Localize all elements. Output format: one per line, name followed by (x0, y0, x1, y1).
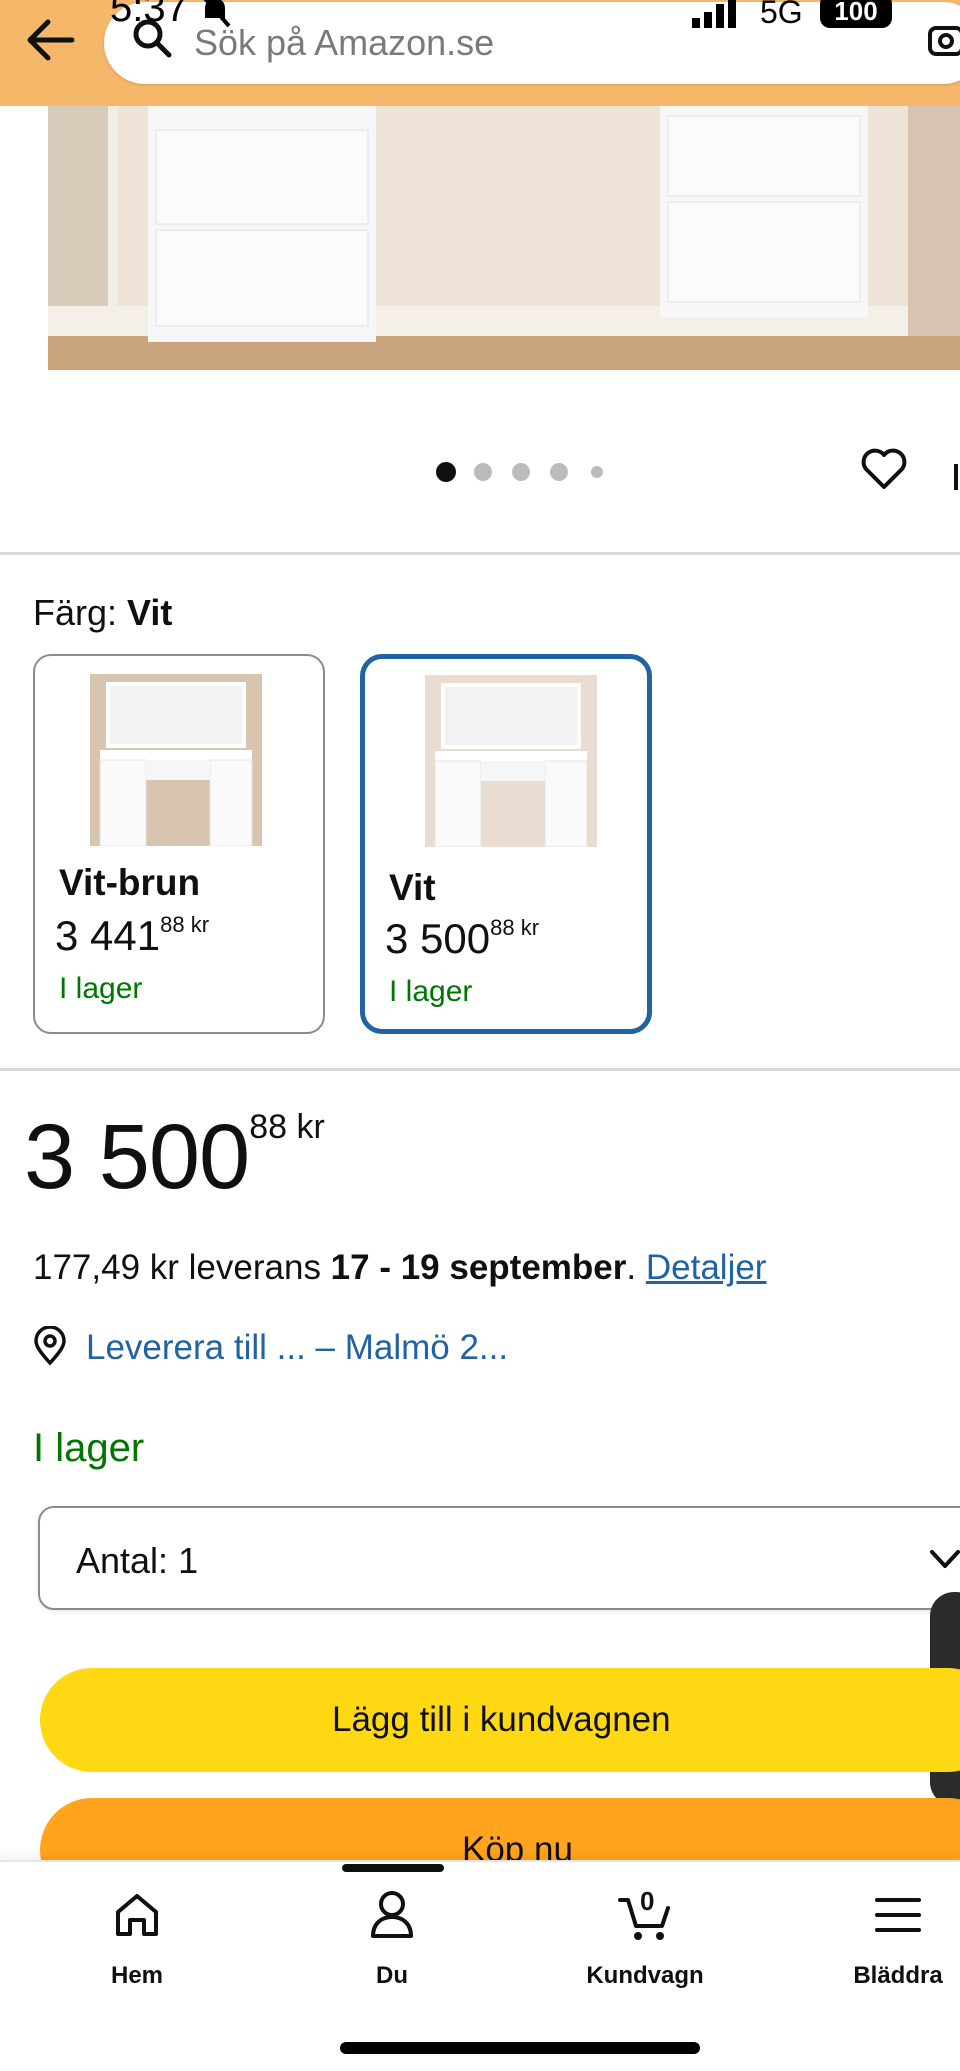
home-icon (116, 1894, 158, 1936)
location-pin-icon (30, 1325, 70, 1366)
nav-label: Du (376, 1962, 408, 1989)
nav-item-home[interactable]: Hem (42, 1886, 232, 2016)
user-icon (371, 1891, 413, 1938)
divider (0, 1068, 960, 1071)
nav-label: Hem (110, 1962, 164, 1989)
quantity-label: Antal: 1 (76, 1540, 198, 1582)
color-option-vit[interactable]: Vit 3 50088 kr I lager (360, 654, 652, 1034)
option-price-currency-text: kr (520, 915, 540, 940)
home-indicator (340, 2042, 700, 2054)
option-price-currency: kr (185, 912, 209, 937)
status-indicators: 5G 100 (690, 0, 960, 34)
delivery-dates: 17 - 19 september (330, 1248, 627, 1287)
option-price-currency-text: kr (190, 912, 210, 937)
bottom-navigation: Hem Du 0 Kundvagn Bläddra (0, 1860, 960, 2071)
option-name: Vit-brun (59, 862, 201, 903)
share-icon[interactable] (950, 462, 960, 492)
price-whole: 3 500 (24, 1106, 250, 1208)
option-stock: I lager (59, 972, 143, 1005)
search-input[interactable]: Sök på Amazon.se (194, 22, 494, 64)
divider (0, 552, 960, 555)
status-time: 5:37 (110, 0, 188, 30)
color-label-text: Färg: (33, 592, 118, 633)
delivery-period: . (626, 1248, 637, 1287)
delivery-info: 177,49 kr leverans 17 - 19 september. De… (33, 1248, 766, 1288)
quantity-label-text: Antal: (76, 1540, 169, 1581)
product-image[interactable] (48, 106, 960, 370)
product-thumbnail (425, 675, 597, 848)
color-option-vit-brun[interactable]: Vit-brun 3 44188 kr I lager (33, 654, 325, 1034)
product-thumbnail (90, 674, 262, 847)
option-stock: I lager (389, 975, 473, 1008)
deliver-to-text[interactable]: Leverera till ... – Malmö 2... (86, 1328, 508, 1368)
option-price-whole: 3 441 (55, 912, 161, 959)
stock-status: I lager (33, 1426, 145, 1470)
bell-off-icon (195, 0, 235, 30)
option-price: 3 44188 kr (55, 912, 209, 960)
nav-item-cart[interactable]: 0 Kundvagn (550, 1886, 740, 2016)
battery-level: 100 (834, 0, 878, 26)
nav-item-you[interactable]: Du (297, 1886, 487, 2016)
carousel-dots[interactable] (430, 460, 610, 484)
option-price-fraction: 88 (490, 915, 515, 940)
active-tab-indicator (342, 1864, 444, 1872)
color-selected-value: Vit (127, 592, 173, 633)
back-arrow-icon[interactable] (22, 14, 82, 66)
delivery-fee: 177,49 kr leverans (33, 1248, 331, 1287)
price-currency: kr (287, 1108, 325, 1146)
menu-icon (875, 1898, 921, 1932)
color-label: Färg: Vit (33, 592, 172, 634)
price-fraction: 88 (249, 1108, 288, 1146)
quantity-value: 1 (178, 1540, 199, 1581)
quantity-select[interactable]: Antal: 1 (38, 1506, 960, 1610)
price-currency-text: kr (296, 1108, 325, 1146)
product-price: 3 50088 kr (24, 1110, 325, 1203)
add-to-cart-button[interactable]: Lägg till i kundvagnen (40, 1668, 960, 1772)
heart-icon[interactable] (858, 442, 910, 494)
delivery-details-link[interactable]: Detaljer (646, 1248, 767, 1287)
option-price: 3 50088 kr (385, 915, 539, 963)
option-price-whole: 3 500 (385, 915, 491, 962)
battery-icon: 100 (820, 0, 892, 28)
chevron-down-icon (928, 1544, 960, 1574)
option-price-currency: kr (515, 915, 539, 940)
top-header: Sök på Amazon.se 5:37 5G 100 (0, 0, 960, 106)
nav-item-browse[interactable]: Bläddra (803, 1886, 960, 2016)
network-label: 5G (760, 0, 803, 30)
option-name: Vit (389, 867, 436, 908)
nav-label: Kundvagn (586, 1962, 704, 1989)
nav-label: Bläddra (853, 1962, 943, 1989)
option-price-fraction: 88 (160, 912, 185, 937)
cart-badge: 0 (640, 1886, 655, 1916)
